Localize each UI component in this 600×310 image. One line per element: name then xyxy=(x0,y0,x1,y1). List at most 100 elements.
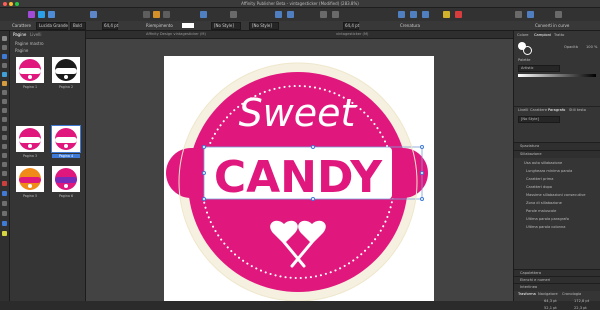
fill-tool-icon[interactable] xyxy=(2,90,7,95)
zoom-tool-icon[interactable] xyxy=(2,153,7,158)
hyphenation-row[interactable]: Usa auto sillabazione xyxy=(524,161,562,165)
pencil-tool-icon[interactable] xyxy=(2,81,7,86)
tab-pages[interactable]: Pagine xyxy=(13,32,26,37)
history-tab[interactable]: Cronologia xyxy=(562,292,581,296)
baseline-grid-icon[interactable] xyxy=(153,11,160,18)
page-thumbnail[interactable] xyxy=(52,166,80,192)
leading-section[interactable]: Interlinea xyxy=(514,283,600,291)
eyedropper-tool-icon[interactable] xyxy=(2,181,7,186)
tab-layers[interactable]: Livelli xyxy=(30,32,42,37)
page-thumbnail[interactable] xyxy=(16,166,44,192)
panel-tab-character[interactable]: Carattere xyxy=(530,108,547,112)
selection-handle[interactable] xyxy=(311,145,315,149)
triangle-tool-icon[interactable] xyxy=(2,126,7,131)
master-pages-section[interactable]: Pagine mastro xyxy=(15,41,44,46)
stroke-swatch[interactable] xyxy=(523,46,532,55)
paragraph-style-select[interactable]: [No Style] xyxy=(518,116,560,123)
panel-tab-text-styles[interactable]: Stili testo xyxy=(569,108,586,112)
node-tool-icon[interactable] xyxy=(2,45,7,50)
text-tool-icon[interactable] xyxy=(2,54,7,59)
tools-panel xyxy=(0,31,10,301)
color-picker-tool-icon[interactable] xyxy=(2,171,7,176)
selection-handle[interactable] xyxy=(420,145,424,149)
selection-handle[interactable] xyxy=(202,171,206,175)
grayscale-ramp[interactable] xyxy=(518,74,596,77)
designer-persona-icon[interactable] xyxy=(38,11,45,18)
transform-tab[interactable]: Trasforma xyxy=(518,292,536,296)
transform-y[interactable]: 52,1 pt xyxy=(544,306,557,310)
rectangle-tool-icon[interactable] xyxy=(2,108,7,113)
doc-tab-1[interactable]: Affinity Design vintagesticker (M) xyxy=(146,32,206,36)
picture-frame-tool-icon[interactable] xyxy=(2,99,7,104)
page-4-artwork xyxy=(55,128,77,150)
tab-colour[interactable]: Colore xyxy=(517,33,529,37)
size-field-2[interactable]: 64,4 pt xyxy=(343,22,359,30)
selection-handle[interactable] xyxy=(420,197,424,201)
align-icon[interactable] xyxy=(287,11,294,18)
insert-page-icon[interactable] xyxy=(320,11,327,18)
selection-handle[interactable] xyxy=(311,197,315,201)
hyphenation-row: Ultima parola colonna xyxy=(526,225,566,229)
selection-handle[interactable] xyxy=(420,171,424,175)
move-tool-icon[interactable] xyxy=(2,36,7,41)
shape-tool-icon[interactable] xyxy=(2,221,7,226)
share-icon[interactable] xyxy=(555,11,562,18)
pages-section[interactable]: Pagine xyxy=(15,48,28,53)
panel-tab-paragraph[interactable]: Paragrafo xyxy=(548,108,565,112)
opacity-value[interactable]: 100 % xyxy=(586,45,597,49)
font-size-field[interactable]: 64,4 pt xyxy=(102,22,118,30)
star-tool-icon[interactable] xyxy=(2,231,7,236)
hyphenation-row: Lunghezza minima parola xyxy=(526,169,573,173)
page-thumbnail[interactable] xyxy=(52,57,80,83)
photo-persona-icon[interactable] xyxy=(48,11,55,18)
doc-tab-2[interactable]: vintagesticker (M) xyxy=(336,32,368,36)
page-thumbnail[interactable] xyxy=(16,57,44,83)
studio-link-icon[interactable] xyxy=(515,11,522,18)
text-frame-icon[interactable] xyxy=(163,11,170,18)
place-image-tool-icon[interactable] xyxy=(2,144,7,149)
arrange-icon[interactable] xyxy=(275,11,282,18)
snapping-icon[interactable] xyxy=(200,11,207,18)
transform-w[interactable]: 172,8 pt xyxy=(574,299,589,303)
publisher-persona-icon[interactable] xyxy=(28,11,35,18)
palette-select[interactable]: Artistic xyxy=(518,65,560,72)
table-tool-icon[interactable] xyxy=(2,63,7,68)
sweet-candy-artwork[interactable]: Sweet CANDY xyxy=(164,56,434,301)
page-thumbnail[interactable] xyxy=(16,126,44,152)
page-2-artwork xyxy=(55,59,77,81)
gradient-tool-icon[interactable] xyxy=(2,201,7,206)
panel-toggle-icon[interactable] xyxy=(527,11,534,18)
fill-color-swatch[interactable] xyxy=(182,23,194,28)
page-thumbnail-selected[interactable] xyxy=(51,125,81,153)
preflight-icon[interactable] xyxy=(143,11,150,18)
boolean-add-icon[interactable] xyxy=(398,11,405,18)
boolean-subtract-icon[interactable] xyxy=(410,11,417,18)
hide-icon[interactable] xyxy=(455,11,462,18)
font-style-field[interactable]: Bold xyxy=(70,22,86,30)
paragraph-style-field[interactable]: [No Style] xyxy=(249,22,279,30)
transparency-tool-icon[interactable] xyxy=(2,135,7,140)
boolean-intersect-icon[interactable] xyxy=(422,11,429,18)
transform-x[interactable]: 64,3 pt xyxy=(544,299,557,303)
move-to-front-icon[interactable] xyxy=(332,11,339,18)
selection-handle[interactable] xyxy=(202,145,206,149)
hyphenation-section[interactable]: Sillabazione xyxy=(514,150,600,158)
character-style-field[interactable]: [No Style] xyxy=(211,22,241,30)
crop-tool-icon[interactable] xyxy=(2,211,7,216)
view-mode-icon[interactable] xyxy=(230,11,237,18)
frame-text-tool-icon[interactable] xyxy=(2,191,7,196)
convert-to-curves-button[interactable]: Converti in curve xyxy=(535,23,569,28)
tab-stroke[interactable]: Tratto xyxy=(554,33,564,37)
document-setup-icon[interactable] xyxy=(90,11,97,18)
pin-icon[interactable] xyxy=(443,11,450,18)
font-family-field[interactable]: Lucida Grande xyxy=(36,22,68,30)
transform-h[interactable]: 22,3 pt xyxy=(574,306,587,310)
tab-swatches[interactable]: Campioni xyxy=(534,33,551,37)
navigator-tab[interactable]: Navigatore xyxy=(538,292,558,296)
selection-handle[interactable] xyxy=(202,197,206,201)
ellipse-tool-icon[interactable] xyxy=(2,117,7,122)
view-tool-icon[interactable] xyxy=(2,162,7,167)
spacing-section[interactable]: Spaziatura xyxy=(514,142,600,150)
pen-tool-icon[interactable] xyxy=(2,72,7,77)
panel-tab-layers[interactable]: Livelli xyxy=(518,108,528,112)
